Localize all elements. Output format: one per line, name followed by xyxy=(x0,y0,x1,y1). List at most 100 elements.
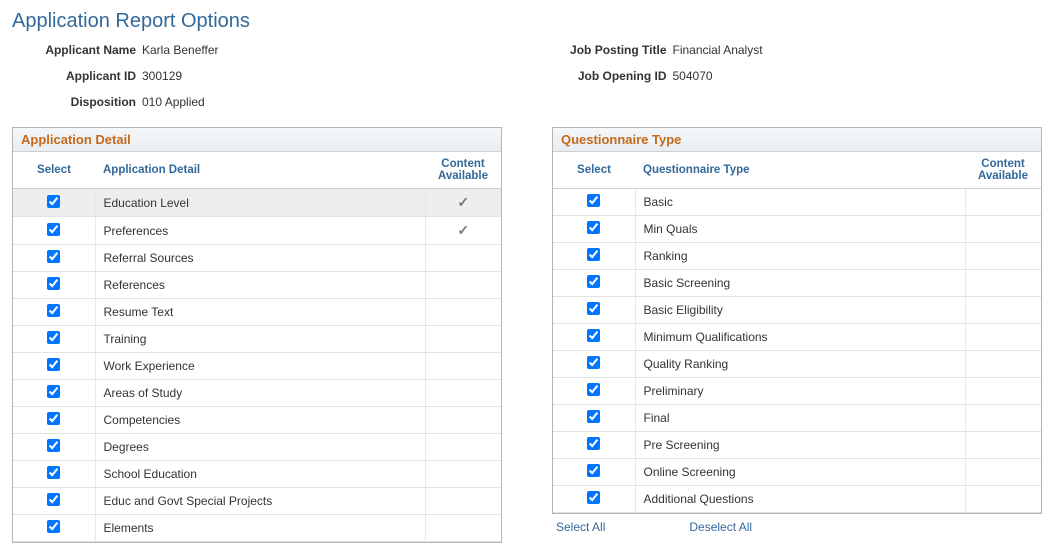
cell-content-available xyxy=(425,299,501,326)
cell-select xyxy=(553,324,635,351)
cell-select xyxy=(553,486,635,513)
table-row: Pre Screening xyxy=(553,432,1041,459)
cell-label: Pre Screening xyxy=(635,432,965,459)
cell-content-available xyxy=(425,461,501,488)
select-checkbox[interactable] xyxy=(587,491,600,504)
table-row: Elements xyxy=(13,515,501,542)
cell-label: Referral Sources xyxy=(95,245,425,272)
cell-content-available xyxy=(425,326,501,353)
value-job-opening-id: 504070 xyxy=(673,69,713,83)
cell-label: Preferences xyxy=(95,217,425,245)
select-checkbox[interactable] xyxy=(587,437,600,450)
value-applicant-id: 300129 xyxy=(142,69,182,83)
label-job-opening-id: Job Opening ID xyxy=(559,69,667,83)
panel-header-questionnaire-type: Questionnaire Type xyxy=(553,128,1041,152)
panel-application-detail: Application Detail Select Application De… xyxy=(12,127,502,543)
cell-label: Additional Questions xyxy=(635,486,965,513)
table-row: References xyxy=(13,272,501,299)
checkmark-icon xyxy=(457,222,469,238)
cell-content-available xyxy=(965,432,1041,459)
cell-select xyxy=(13,407,95,434)
label-applicant-name: Applicant Name xyxy=(28,43,136,57)
cell-label: Basic xyxy=(635,189,965,216)
select-checkbox[interactable] xyxy=(47,304,60,317)
select-checkbox[interactable] xyxy=(47,223,60,236)
cell-label: Basic Screening xyxy=(635,270,965,297)
table-row: Basic Eligibility xyxy=(553,297,1041,324)
field-job-posting-title: Job Posting Title Financial Analyst xyxy=(559,43,763,57)
page-title: Application Report Options xyxy=(12,10,1044,33)
cell-label: Ranking xyxy=(635,243,965,270)
field-disposition: Disposition 010 Applied xyxy=(28,95,219,109)
select-checkbox[interactable] xyxy=(47,493,60,506)
select-checkbox[interactable] xyxy=(587,221,600,234)
cell-label: Work Experience xyxy=(95,353,425,380)
table-row: Preliminary xyxy=(553,378,1041,405)
col-header-content-available[interactable]: Content Available xyxy=(425,152,501,189)
header-right-col: Job Posting Title Financial Analyst Job … xyxy=(559,43,763,109)
select-checkbox[interactable] xyxy=(587,464,600,477)
cell-content-available xyxy=(965,324,1041,351)
cell-select xyxy=(553,297,635,324)
cell-content-available xyxy=(425,272,501,299)
cell-select xyxy=(13,515,95,542)
select-checkbox[interactable] xyxy=(587,275,600,288)
cell-label: Areas of Study xyxy=(95,380,425,407)
cell-label: Online Screening xyxy=(635,459,965,486)
select-checkbox[interactable] xyxy=(587,356,600,369)
cell-content-available xyxy=(965,486,1041,513)
cell-content-available xyxy=(425,434,501,461)
select-checkbox[interactable] xyxy=(587,329,600,342)
select-checkbox[interactable] xyxy=(47,520,60,533)
cell-select xyxy=(553,351,635,378)
select-checkbox[interactable] xyxy=(47,385,60,398)
cell-label: References xyxy=(95,272,425,299)
cell-content-available xyxy=(425,245,501,272)
select-checkbox[interactable] xyxy=(47,439,60,452)
cell-select xyxy=(13,217,95,245)
cell-label: Min Quals xyxy=(635,216,965,243)
cell-content-available xyxy=(965,270,1041,297)
select-checkbox[interactable] xyxy=(47,331,60,344)
cell-content-available xyxy=(425,488,501,515)
col-header-detail[interactable]: Application Detail xyxy=(95,152,425,189)
tables-wrap: Application Detail Select Application De… xyxy=(12,127,1044,543)
select-checkbox[interactable] xyxy=(587,410,600,423)
grid-questionnaire-type: Select Questionnaire Type Content Availa… xyxy=(553,152,1041,513)
cell-content-available xyxy=(965,459,1041,486)
checkmark-icon xyxy=(457,194,469,210)
table-row: Areas of Study xyxy=(13,380,501,407)
select-checkbox[interactable] xyxy=(47,358,60,371)
field-applicant-id: Applicant ID 300129 xyxy=(28,69,219,83)
col-header-select[interactable]: Select xyxy=(553,152,635,189)
col-header-type[interactable]: Questionnaire Type xyxy=(635,152,965,189)
select-checkbox[interactable] xyxy=(47,277,60,290)
cell-select xyxy=(13,488,95,515)
table-row: Educ and Govt Special Projects xyxy=(13,488,501,515)
cell-select xyxy=(13,461,95,488)
select-checkbox[interactable] xyxy=(47,466,60,479)
select-checkbox[interactable] xyxy=(47,412,60,425)
cell-select xyxy=(13,380,95,407)
cell-label: Final xyxy=(635,405,965,432)
panel-header-application-detail: Application Detail xyxy=(13,128,501,152)
table-row: Competencies xyxy=(13,407,501,434)
select-checkbox[interactable] xyxy=(47,195,60,208)
cell-content-available xyxy=(965,243,1041,270)
cell-label: Education Level xyxy=(95,189,425,217)
cell-select xyxy=(13,245,95,272)
select-checkbox[interactable] xyxy=(587,248,600,261)
cell-label: Resume Text xyxy=(95,299,425,326)
select-checkbox[interactable] xyxy=(587,194,600,207)
cell-content-available xyxy=(425,380,501,407)
cell-select xyxy=(553,432,635,459)
select-checkbox[interactable] xyxy=(47,250,60,263)
select-checkbox[interactable] xyxy=(587,302,600,315)
cell-label: Minimum Qualifications xyxy=(635,324,965,351)
cell-label: Educ and Govt Special Projects xyxy=(95,488,425,515)
cell-content-available xyxy=(965,351,1041,378)
col-header-select[interactable]: Select xyxy=(13,152,95,189)
table-row: Preferences xyxy=(13,217,501,245)
col-header-content-available[interactable]: Content Available xyxy=(965,152,1041,189)
select-checkbox[interactable] xyxy=(587,383,600,396)
